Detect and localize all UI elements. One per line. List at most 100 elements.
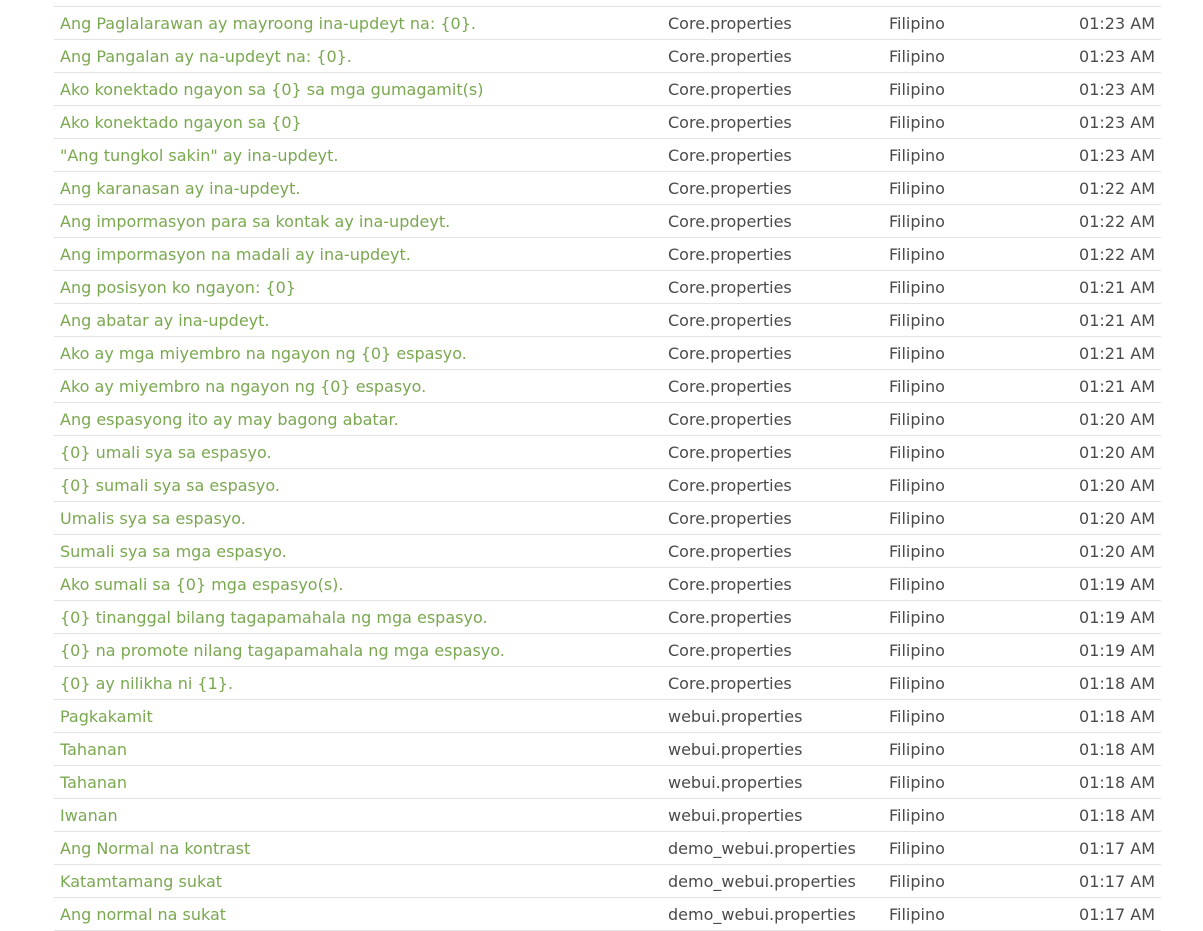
timestamp: 01:23 AM (1079, 46, 1155, 66)
language-label: Filipino (889, 409, 945, 429)
timestamp: 01:21 AM (1079, 376, 1155, 396)
language-label: Filipino (889, 244, 945, 264)
translation-link[interactable]: Ang normal na sukat (54, 905, 668, 924)
properties-file: Core.properties (668, 508, 792, 528)
properties-file: demo_webui.properties (668, 871, 856, 891)
properties-file: Core.properties (668, 607, 792, 627)
table-row: Ang Normal na kontrast demo_webui.proper… (54, 832, 1161, 865)
properties-file: webui.properties (668, 706, 803, 726)
timestamp: 01:22 AM (1079, 211, 1155, 231)
properties-file: Core.properties (668, 574, 792, 594)
language-label: Filipino (889, 706, 945, 726)
translation-link[interactable]: Tahanan (54, 740, 668, 759)
timestamp: 01:20 AM (1079, 508, 1155, 528)
timestamp: 01:20 AM (1079, 475, 1155, 495)
timestamp: 01:21 AM (1079, 310, 1155, 330)
language-label: Filipino (889, 13, 945, 33)
timestamp: 01:18 AM (1079, 772, 1155, 792)
language-label: Filipino (889, 145, 945, 165)
properties-file: Core.properties (668, 310, 792, 330)
table-row: Ang abatar ay ina-updeyt. Core.propertie… (54, 304, 1161, 337)
translation-link[interactable]: {0} tinanggal bilang tagapamahala ng mga… (54, 608, 668, 627)
translation-link[interactable]: {0} sumali sya sa espasyo. (54, 476, 668, 495)
activity-rows: Ang Paglalarawan ay mayroong ina-updeyt … (54, 7, 1161, 931)
translation-link[interactable]: Ang abatar ay ina-updeyt. (54, 311, 668, 330)
table-row: Ang Paglalarawan ay mayroong ina-updeyt … (54, 7, 1161, 40)
translation-link[interactable]: Ako ay mga miyembro na ngayon ng {0} esp… (54, 344, 668, 363)
timestamp: 01:21 AM (1079, 277, 1155, 297)
properties-file: webui.properties (668, 739, 803, 759)
translation-link[interactable]: Ako konektado ngayon sa {0} (54, 113, 668, 132)
translation-link[interactable]: Iwanan (54, 806, 668, 825)
language-label: Filipino (889, 838, 945, 858)
timestamp: 01:20 AM (1079, 409, 1155, 429)
timestamp: 01:20 AM (1079, 442, 1155, 462)
table-row: Ako ay mga miyembro na ngayon ng {0} esp… (54, 337, 1161, 370)
translation-link[interactable]: Ang Normal na kontrast (54, 839, 668, 858)
translation-link[interactable]: Ang karanasan ay ina-updeyt. (54, 179, 668, 198)
translation-link[interactable]: Ang posisyon ko ngayon: {0} (54, 278, 668, 297)
translation-link[interactable]: Katamtamang sukat (54, 872, 668, 891)
table-row: Ang Pangalan ay na-updeyt na: {0}. Core.… (54, 40, 1161, 73)
translation-link[interactable]: Ang Pangalan ay na-updeyt na: {0}. (54, 47, 668, 66)
translation-link[interactable]: {0} umali sya sa espasyo. (54, 443, 668, 462)
table-row: Pagkakamit webui.properties Filipino 01:… (54, 700, 1161, 733)
activity-list: Ang Paglalarawan ay mayroong ina-updeyt … (54, 6, 1161, 931)
timestamp: 01:18 AM (1079, 673, 1155, 693)
table-row: Katamtamang sukat demo_webui.properties … (54, 865, 1161, 898)
translation-link[interactable]: Ang Paglalarawan ay mayroong ina-updeyt … (54, 14, 668, 33)
table-row: Iwanan webui.properties Filipino 01:18 A… (54, 799, 1161, 832)
translation-link[interactable]: Ang impormasyon para sa kontak ay ina-up… (54, 212, 668, 231)
properties-file: Core.properties (668, 244, 792, 264)
language-label: Filipino (889, 46, 945, 66)
timestamp: 01:20 AM (1079, 541, 1155, 561)
language-label: Filipino (889, 442, 945, 462)
timestamp: 01:19 AM (1079, 607, 1155, 627)
language-label: Filipino (889, 640, 945, 660)
translation-link[interactable]: "Ang tungkol sakin" ay ina-updeyt. (54, 146, 668, 165)
table-row: {0} sumali sya sa espasyo. Core.properti… (54, 469, 1161, 502)
language-label: Filipino (889, 739, 945, 759)
language-label: Filipino (889, 376, 945, 396)
translation-link[interactable]: Ako konektado ngayon sa {0} sa mga gumag… (54, 80, 668, 99)
language-label: Filipino (889, 343, 945, 363)
timestamp: 01:17 AM (1079, 904, 1155, 924)
translation-link[interactable]: Sumali sya sa mga espasyo. (54, 542, 668, 561)
table-row: Ako sumali sa {0} mga espasyo(s). Core.p… (54, 568, 1161, 601)
language-label: Filipino (889, 607, 945, 627)
translation-link[interactable]: {0} na promote nilang tagapamahala ng mg… (54, 641, 668, 660)
table-row: "Ang tungkol sakin" ay ina-updeyt. Core.… (54, 139, 1161, 172)
translation-link[interactable]: Ako ay miyembro na ngayon ng {0} espasyo… (54, 377, 668, 396)
properties-file: Core.properties (668, 409, 792, 429)
properties-file: webui.properties (668, 805, 803, 825)
timestamp: 01:17 AM (1079, 871, 1155, 891)
table-row: {0} na promote nilang tagapamahala ng mg… (54, 634, 1161, 667)
translation-link[interactable]: Pagkakamit (54, 707, 668, 726)
table-row: Ang espasyong ito ay may bagong abatar. … (54, 403, 1161, 436)
table-row: Ako konektado ngayon sa {0} sa mga gumag… (54, 73, 1161, 106)
language-label: Filipino (889, 772, 945, 792)
language-label: Filipino (889, 805, 945, 825)
language-label: Filipino (889, 673, 945, 693)
timestamp: 01:22 AM (1079, 178, 1155, 198)
translation-link[interactable]: Ako sumali sa {0} mga espasyo(s). (54, 575, 668, 594)
translation-link[interactable]: Ang impormasyon na madali ay ina-updeyt. (54, 245, 668, 264)
timestamp: 01:18 AM (1079, 706, 1155, 726)
language-label: Filipino (889, 871, 945, 891)
language-label: Filipino (889, 508, 945, 528)
table-row: Ang impormasyon na madali ay ina-updeyt.… (54, 238, 1161, 271)
translation-link[interactable]: {0} ay nilikha ni {1}. (54, 674, 668, 693)
translation-link[interactable]: Tahanan (54, 773, 668, 792)
table-row: Ang normal na sukat demo_webui.propertie… (54, 898, 1161, 931)
table-row: Tahanan webui.properties Filipino 01:18 … (54, 733, 1161, 766)
properties-file: Core.properties (668, 442, 792, 462)
properties-file: Core.properties (668, 673, 792, 693)
language-label: Filipino (889, 904, 945, 924)
properties-file: Core.properties (668, 640, 792, 660)
table-row: {0} umali sya sa espasyo. Core.propertie… (54, 436, 1161, 469)
language-label: Filipino (889, 475, 945, 495)
translation-link[interactable]: Umalis sya sa espasyo. (54, 509, 668, 528)
translation-link[interactable]: Ang espasyong ito ay may bagong abatar. (54, 410, 668, 429)
properties-file: Core.properties (668, 376, 792, 396)
properties-file: Core.properties (668, 145, 792, 165)
